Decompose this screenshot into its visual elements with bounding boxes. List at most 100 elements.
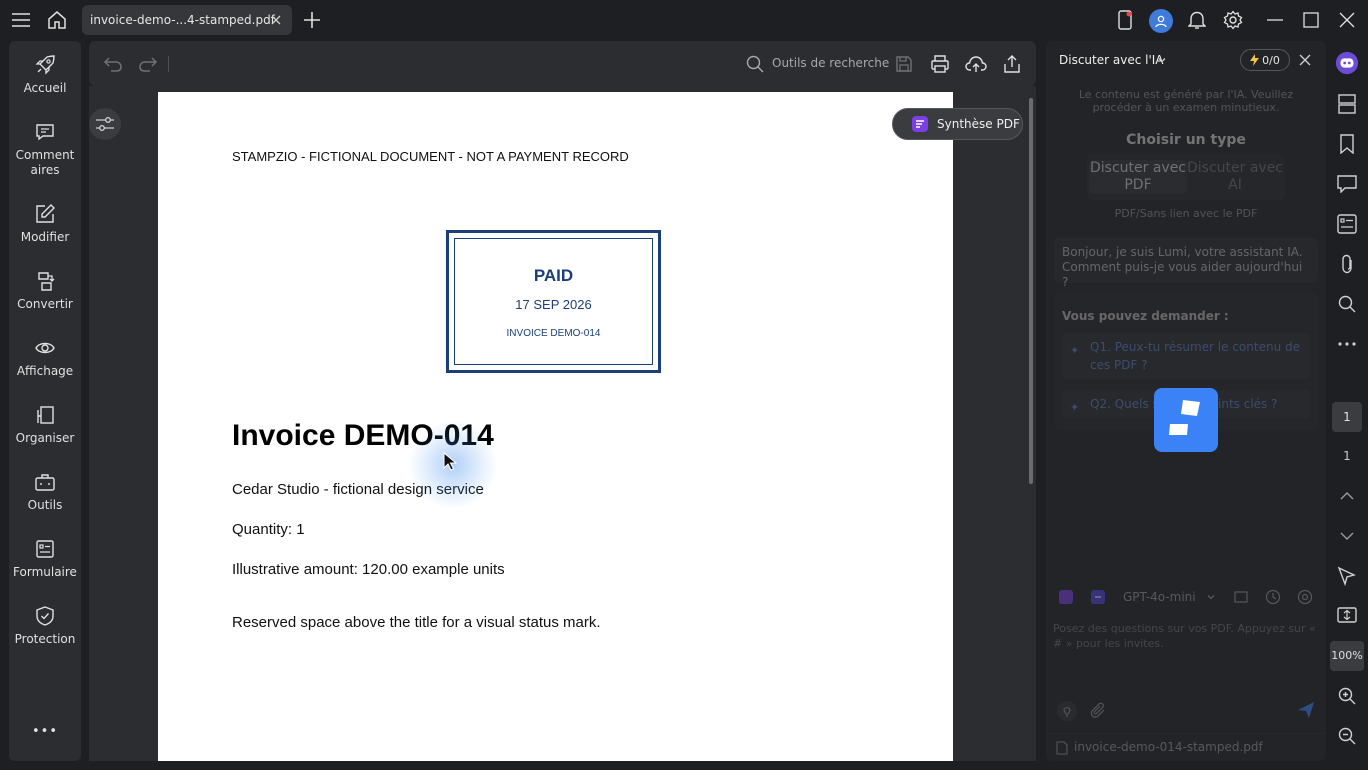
stamp-date: 17 SEP 2026 [515,297,592,312]
rocket-icon [33,53,57,77]
send-icon[interactable] [1297,701,1315,719]
search-icon[interactable] [1335,292,1359,316]
pdf-page[interactable]: STAMPZIO - FICTIONAL DOCUMENT - NOT A PA… [158,92,953,761]
nav-item-commentaires[interactable]: Commentaires [9,120,81,178]
ai-summary-icon [912,116,928,132]
attachment-icon[interactable] [1090,702,1108,720]
file-icon [1056,741,1068,755]
ai-question-input[interactable]: Posez des questions sur vos PDF. Appuyez… [1053,621,1319,661]
ai-settings-icon[interactable] [1297,589,1313,605]
paid-stamp: PAID 17 SEP 2026 INVOICE DEMO-014 [446,230,661,373]
window-close-icon[interactable] [1335,8,1359,32]
search-tools-label[interactable]: Outils de recherche [772,56,889,70]
chevron-down-icon[interactable] [1335,524,1359,548]
more-icon[interactable]: ••• [9,724,81,739]
chevron-up-icon[interactable] [1335,484,1359,508]
view-settings-button[interactable] [89,108,121,140]
home-icon[interactable] [45,8,69,32]
zoom-out-icon[interactable] [1335,724,1359,748]
cloud-upload-icon[interactable] [964,52,988,76]
mobile-icon[interactable] [1113,8,1137,32]
bookmark-icon[interactable] [1335,132,1359,156]
menu-icon[interactable] [9,8,33,32]
comment-icon[interactable] [1335,172,1359,196]
maximize-icon[interactable] [1299,8,1323,32]
search-icon[interactable] [743,52,767,76]
stamp-status: PAID [533,266,574,285]
choose-type-title: Choisir un type [1126,132,1246,148]
left-nav: Accueil Commentaires Modifier Convertir … [9,41,81,761]
document-line: Illustrative amount: 120.00 example unit… [232,561,505,578]
pages-icon[interactable] [1335,92,1359,116]
screenshot-icon[interactable] [1233,589,1249,605]
organize-icon [33,403,57,427]
ai-assistant-icon[interactable] [1335,51,1359,75]
type-option-pdf[interactable]: Discuter avec PDF [1089,160,1187,194]
form-fields-icon[interactable] [1335,212,1359,236]
document-line: Reserved space above the title for a vis… [232,614,601,631]
convert-icon [33,269,57,293]
ai-mode-dropdown[interactable]: Discuter avec l'IA [1059,53,1164,67]
title-bar: invoice-demo-...4-stamped.pdf [0,0,1368,40]
tab-close-icon[interactable] [268,12,284,28]
history-icon[interactable] [1265,589,1281,605]
select-cursor-icon[interactable] [1335,564,1359,588]
nav-item-outils[interactable]: Outils [9,470,81,513]
model-brand-icon [1090,589,1106,605]
fit-page-icon[interactable] [1335,604,1359,628]
redo-icon[interactable] [136,52,160,76]
chevron-down-icon[interactable] [1157,55,1167,65]
gear-icon[interactable] [1221,8,1245,32]
type-option-ai[interactable]: Discuter avec AI [1186,160,1284,194]
nav-item-affichage[interactable]: Affichage [9,336,81,379]
lightning-icon [1250,54,1260,66]
loading-spinner-icon [1154,388,1218,452]
shield-icon [33,604,57,628]
toolbox-icon [33,470,57,494]
comment-icon [33,120,57,144]
sparkle-icon: ✦ [1070,401,1080,414]
chevron-down-icon[interactable] [1206,592,1216,602]
current-page-input[interactable]: 1 [1332,402,1362,432]
mouse-cursor-icon [443,452,459,472]
avatar[interactable] [1149,9,1173,33]
print-icon[interactable] [928,52,952,76]
nav-label: Protection [14,632,76,646]
save-icon[interactable] [892,52,916,76]
nav-item-modifier[interactable]: Modifier [9,202,81,245]
suggestion-text: Q1. Peux-tu résumer le contenu de ces PD… [1090,340,1300,372]
zoom-level[interactable]: 100% [1330,641,1364,671]
nav-label: Commentaires [15,148,75,177]
undo-icon[interactable] [101,52,125,76]
nav-label: Affichage [16,364,74,378]
ai-panel-header: Discuter avec l'IA 0/0 [1046,41,1326,79]
ai-disclaimer: Le contenu est généré par l'IA. Veuillez… [1078,88,1294,114]
toolbar: Outils de recherche [89,41,1036,86]
attached-file-row: invoice-demo-014-stamped.pdf [1046,733,1326,759]
pdf-summary-button[interactable]: Synthèse PDF [892,108,1023,140]
nav-item-formulaire[interactable]: Formulaire [9,537,81,580]
minimize-icon[interactable] [1263,8,1287,32]
zoom-in-icon[interactable] [1335,684,1359,708]
nav-item-accueil[interactable]: Accueil [9,53,81,96]
close-icon[interactable] [1299,54,1311,66]
stamp-ref: INVOICE DEMO-014 [506,328,601,339]
new-tab-icon[interactable] [300,8,324,32]
nav-item-organiser[interactable]: Organiser [9,403,81,446]
nav-item-convertir[interactable]: Convertir [9,269,81,312]
model-dropdown[interactable]: GPT-4o-mini [1123,590,1196,604]
document-scrollbar[interactable] [1029,98,1033,484]
share-icon[interactable] [1000,52,1024,76]
lightbulb-icon[interactable] [1056,700,1078,722]
nav-item-protection[interactable]: Protection [9,604,81,647]
document-header: STAMPZIO - FICTIONAL DOCUMENT - NOT A PA… [232,149,629,164]
app-logo-icon [1058,589,1074,605]
document-tab[interactable]: invoice-demo-...4-stamped.pdf [82,5,292,35]
quota-value: 0/0 [1262,53,1280,67]
more-options-icon[interactable] [1335,332,1359,356]
bell-icon[interactable] [1185,8,1209,32]
document-line: Quantity: 1 [232,521,305,538]
attachment-icon[interactable] [1335,252,1359,276]
nav-label: Accueil [23,81,67,95]
suggestion-q1[interactable]: ✦ Q1. Peux-tu résumer le contenu de ces … [1062,333,1310,379]
